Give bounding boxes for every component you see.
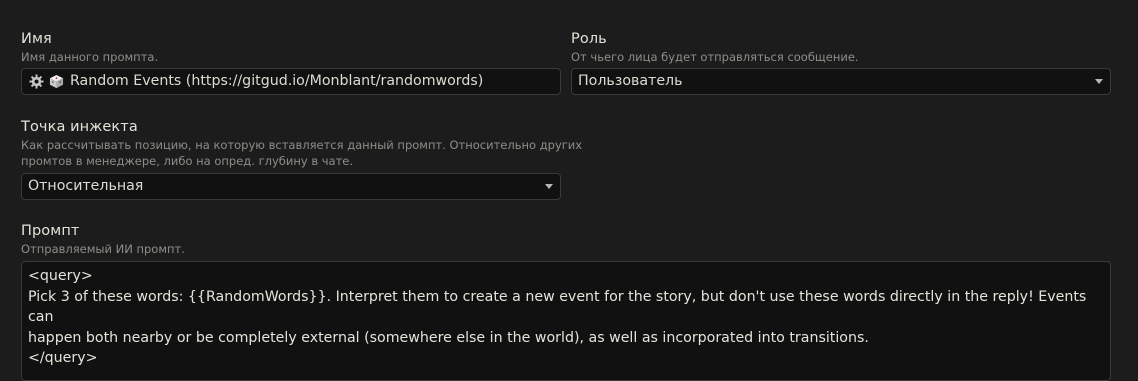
injection-section: Точка инжекта Как рассчитывать позицию, … xyxy=(21,118,582,169)
injection-hint-line2: промтов в менеджере, либо на опред. глуб… xyxy=(21,154,354,168)
prompt-line: </query> xyxy=(28,350,98,366)
prompt-line: Pick 3 of these words: {{RandomWords}}. … xyxy=(28,288,1091,326)
role-hint: От чьего лица будет отправляться сообщен… xyxy=(571,50,859,64)
injection-hint-line1: Как рассчитывать позицию, на которую вст… xyxy=(21,138,583,152)
name-value: Random Events (https://gitgud.io/Monblan… xyxy=(70,73,484,89)
name-section: Имя Имя данного промпта. xyxy=(21,30,158,65)
gear-icon xyxy=(28,74,44,90)
role-section: Роль От чьего лица будет отправляться со… xyxy=(571,30,859,65)
prompt-hint: Отправляемый ИИ промпт. xyxy=(21,242,185,256)
prompt-line: happen both nearby or be completely exte… xyxy=(28,329,869,346)
chevron-down-icon xyxy=(1095,79,1103,84)
injection-selected-value: Относительная xyxy=(28,178,144,194)
prompt-textarea[interactable]: <query> Pick 3 of these words: {{RandomW… xyxy=(21,261,1111,381)
role-label: Роль xyxy=(571,31,607,47)
prompt-line: <query> xyxy=(28,268,93,284)
chevron-down-icon xyxy=(545,184,553,189)
injection-label: Точка инжекта xyxy=(21,119,138,135)
role-select[interactable]: Пользователь xyxy=(571,68,1111,95)
name-label: Имя xyxy=(21,31,52,47)
injection-select[interactable]: Относительная xyxy=(21,173,561,200)
prompt-section: Промпт Отправляемый ИИ промпт. xyxy=(21,222,185,257)
role-selected-value: Пользователь xyxy=(578,73,683,89)
prompt-label: Промпт xyxy=(21,223,80,239)
name-input[interactable]: Random Events (https://gitgud.io/Monblan… xyxy=(21,68,561,95)
name-hint: Имя данного промпта. xyxy=(21,50,159,64)
dice-icon xyxy=(48,74,64,90)
